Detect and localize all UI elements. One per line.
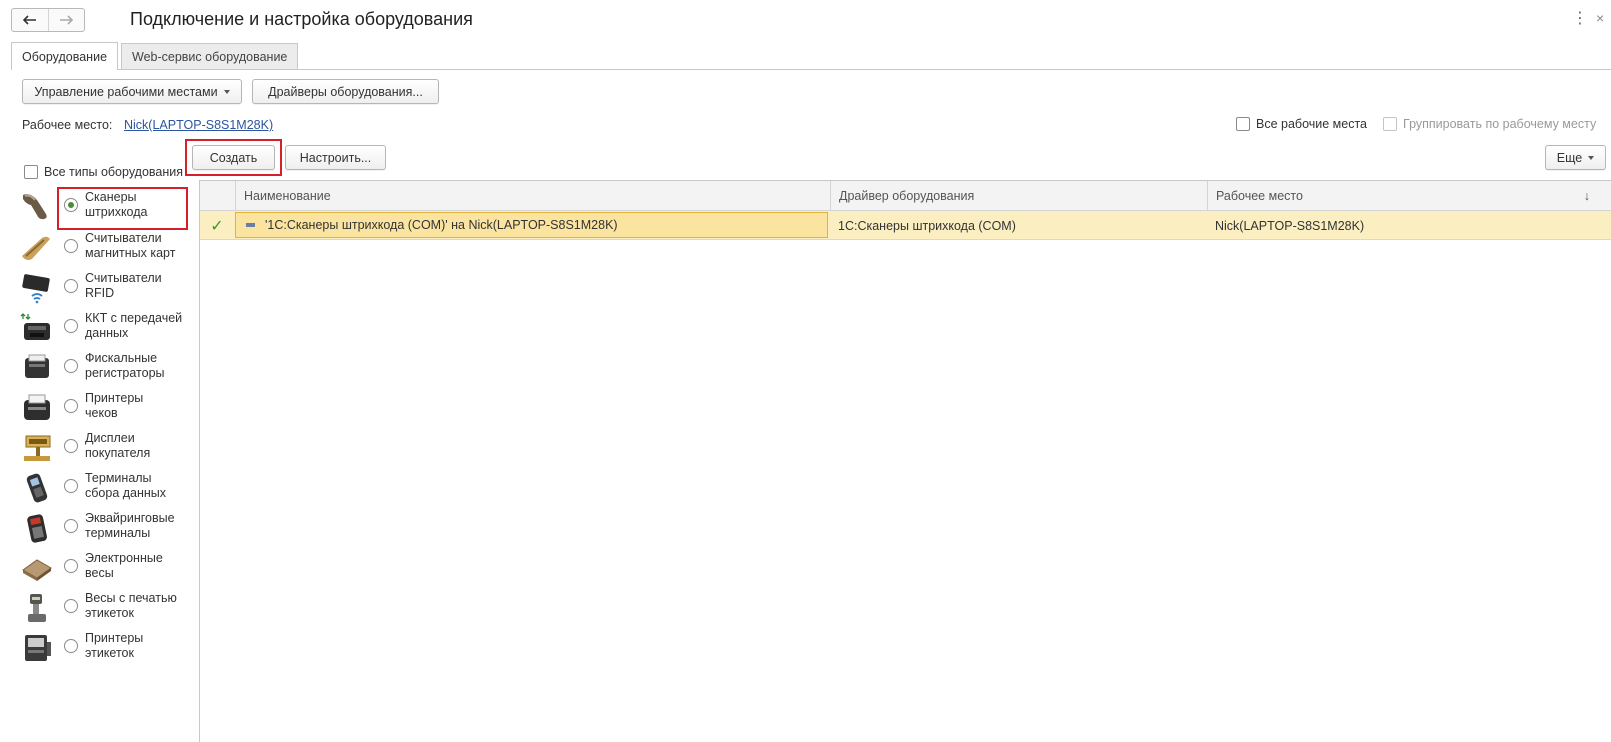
type-label: Эквайринговые терминалы — [85, 511, 175, 540]
electronic-scales-icon — [22, 559, 52, 581]
type-item-payment-terminals[interactable]: Эквайринговые терминалы — [20, 510, 192, 550]
type-item-label-scales[interactable]: Весы с печатью этикеток — [20, 590, 192, 630]
fiscal-registrar-icon — [25, 354, 49, 378]
radio-data-terminals[interactable] — [64, 479, 78, 493]
all-workplaces-checkbox[interactable] — [1236, 117, 1250, 131]
barcode-scanner-icon — [23, 194, 47, 220]
radio-receipt-printers[interactable] — [64, 399, 78, 413]
customer-display-icon — [24, 435, 51, 461]
type-label: Принтеры чеков — [85, 391, 144, 420]
all-workplaces-option[interactable]: Все рабочие места — [1236, 117, 1367, 131]
kkt-icon — [20, 313, 50, 340]
type-label: Весы с печатью этикеток — [85, 591, 177, 620]
table-row[interactable]: ✓ '1С:Сканеры штрихкода (COM)' на Nick(L… — [200, 211, 1611, 240]
more-button[interactable]: Еще — [1545, 145, 1606, 170]
row-name: '1С:Сканеры штрихкода (COM)' на Nick(LAP… — [265, 218, 618, 232]
checkmark-icon: ✓ — [210, 217, 224, 235]
radio-fiscal-registrars[interactable] — [64, 359, 78, 373]
manage-workplaces-label: Управление рабочими местами — [34, 84, 218, 99]
type-label: Принтеры этикеток — [85, 631, 144, 660]
manage-workplaces-button[interactable]: Управление рабочими местами — [22, 79, 242, 104]
sort-arrow-icon[interactable]: ↓ — [1584, 189, 1590, 203]
type-item-label-printers[interactable]: Принтеры этикеток — [20, 630, 192, 670]
chevron-down-icon — [1588, 155, 1595, 160]
radio-card-readers[interactable] — [64, 239, 78, 253]
page-title: Подключение и настройка оборудования — [130, 9, 473, 29]
back-button[interactable] — [12, 9, 48, 31]
all-types-option[interactable]: Все типы оборудования — [24, 165, 194, 179]
data-terminal-icon — [26, 473, 48, 503]
equipment-table: Наименование Драйвер оборудования Рабоче… — [199, 180, 1611, 742]
chevron-down-icon — [223, 89, 230, 94]
type-label: Фискальные регистраторы — [85, 351, 165, 380]
receipt-printer-icon — [24, 394, 50, 420]
row-driver-cell[interactable]: 1С:Сканеры штрихкода (COM) — [830, 211, 1207, 240]
workplace-label: Рабочее место: — [22, 118, 113, 132]
history-nav — [11, 8, 85, 32]
tabs-divider — [11, 69, 1611, 70]
create-button[interactable]: Создать — [192, 145, 275, 170]
label-printer-icon — [25, 635, 51, 661]
row-workplace-cell[interactable]: Nick(LAPTOP-S8S1M28K) — [1207, 211, 1611, 240]
column-header-driver[interactable]: Драйвер оборудования — [830, 181, 1207, 211]
arrow-left-icon — [22, 15, 36, 25]
column-header-workplace[interactable]: Рабочее место ↓ — [1207, 181, 1611, 211]
table-header: Наименование Драйвер оборудования Рабоче… — [200, 181, 1611, 211]
close-icon[interactable]: × — [1596, 10, 1604, 26]
type-item-receipt-printers[interactable]: Принтеры чеков — [20, 390, 192, 430]
type-label: Считыватели RFID — [85, 271, 162, 300]
group-by-workplace-label: Группировать по рабочему месту — [1403, 117, 1597, 131]
radio-label-scales[interactable] — [64, 599, 78, 613]
radio-barcode-scanners[interactable] — [64, 198, 78, 212]
type-item-electronic-scales[interactable]: Электронные весы — [20, 550, 192, 590]
radio-electronic-scales[interactable] — [64, 559, 78, 573]
column-header-name[interactable]: Наименование — [235, 181, 830, 211]
type-label: Дисплеи покупателя — [85, 431, 151, 460]
type-item-fiscal-registrars[interactable]: Фискальные регистраторы — [20, 350, 192, 390]
radio-label-printers[interactable] — [64, 639, 78, 653]
row-name-cell[interactable]: '1С:Сканеры штрихкода (COM)' на Nick(LAP… — [235, 212, 828, 238]
all-types-label: Все типы оборудования — [44, 165, 184, 179]
more-label: Еще — [1556, 150, 1583, 165]
label-scales-icon — [28, 594, 46, 622]
workplace-link[interactable]: Nick(LAPTOP-S8S1M28K) — [124, 118, 273, 132]
radio-customer-displays[interactable] — [64, 439, 78, 453]
type-item-rfid-readers[interactable]: Считыватели RFID — [20, 270, 192, 310]
tab-equipment[interactable]: Оборудование — [11, 42, 119, 70]
type-label: Терминалы сбора данных — [85, 471, 167, 500]
rfid-reader-icon — [22, 274, 50, 304]
type-label: Электронные весы — [85, 551, 163, 580]
more-vertical-icon[interactable]: ⋮ — [1572, 10, 1588, 28]
type-label: Считыватели магнитных карт — [85, 231, 176, 260]
forward-button[interactable] — [47, 9, 85, 31]
type-item-barcode-scanners[interactable]: Сканеры штрихкода — [20, 189, 192, 229]
group-by-workplace-checkbox — [1383, 117, 1397, 131]
type-item-card-readers[interactable]: Считыватели магнитных карт — [20, 230, 192, 270]
type-label: ККТ с передачей данных — [85, 311, 183, 340]
radio-kkt[interactable] — [64, 319, 78, 333]
arrow-right-icon — [60, 15, 74, 25]
radio-rfid-readers[interactable] — [64, 279, 78, 293]
payment-terminal-icon — [27, 514, 47, 543]
all-workplaces-label: Все рабочие места — [1256, 117, 1368, 131]
equipment-drivers-button[interactable]: Драйверы оборудования... — [252, 79, 439, 104]
tab-web-service[interactable]: Web-сервис оборудование — [121, 43, 299, 69]
item-marker-icon — [246, 223, 255, 227]
type-item-data-terminals[interactable]: Терминалы сбора данных — [20, 470, 192, 510]
configure-button[interactable]: Настроить... — [285, 145, 386, 170]
group-by-workplace-option: Группировать по рабочему месту — [1383, 117, 1596, 131]
radio-payment-terminals[interactable] — [64, 519, 78, 533]
all-types-checkbox[interactable] — [24, 165, 38, 179]
type-item-kkt[interactable]: ККТ с передачей данных — [20, 310, 192, 350]
column-header-workplace-label: Рабочее место — [1216, 189, 1303, 203]
type-label: Сканеры штрихкода — [85, 190, 148, 219]
type-item-customer-displays[interactable]: Дисплеи покупателя — [20, 430, 192, 470]
card-reader-icon — [22, 236, 50, 260]
